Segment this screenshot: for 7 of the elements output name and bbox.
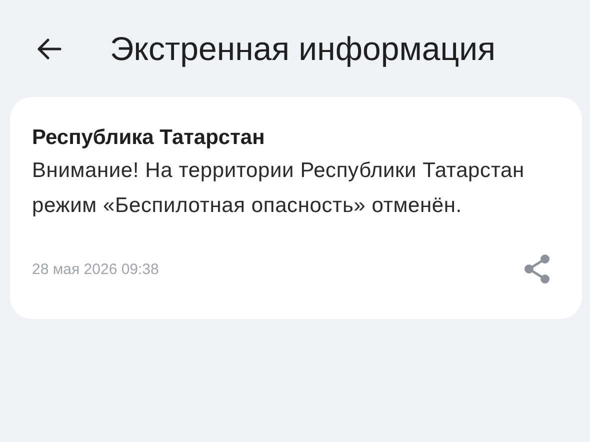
message-date: 28 мая 2026 09:38 [32,260,159,278]
share-icon [522,253,552,285]
message-sender: Республика Татарстан [32,125,266,151]
back-arrow-icon [36,38,62,60]
share-button[interactable] [522,253,552,285]
page-title: Экстренная информация [110,30,496,68]
message-text: Внимание! На территории Республики Татарстан режим «Беспилотная опасность» отменён. [32,158,526,219]
